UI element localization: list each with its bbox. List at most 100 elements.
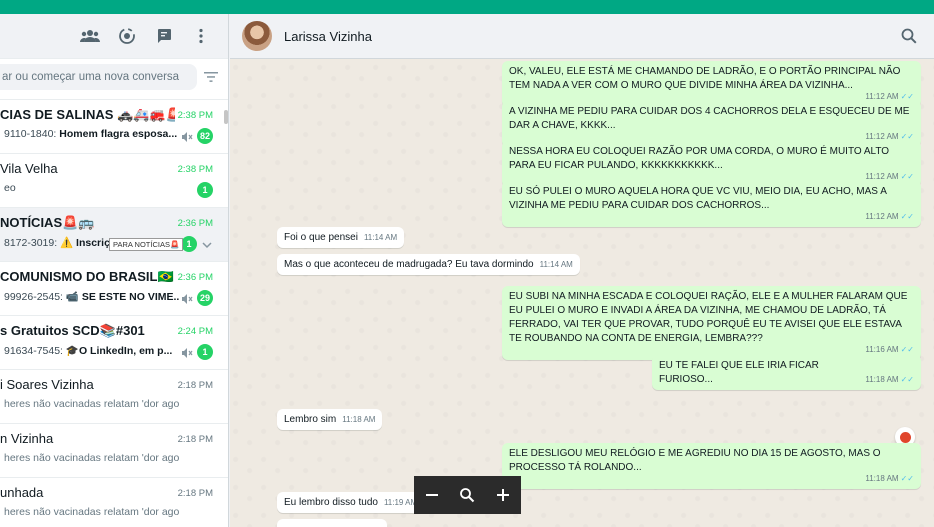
conversation-header: Larissa Vizinha: [230, 14, 934, 59]
chat-time: 2:36 PM: [177, 272, 213, 283]
message-incoming-partial[interactable]: [277, 519, 387, 527]
top-accent-bar: [0, 0, 934, 14]
chat-item[interactable]: i Soares Vizinha 2:18 PM heres não vacin…: [0, 370, 228, 424]
zoom-in-icon[interactable]: [491, 483, 515, 507]
chat-item[interactable]: unhada 2:18 PM heres não vacinadas relat…: [0, 478, 228, 527]
chat-time: 2:38 PM: [177, 164, 213, 175]
message-outgoing[interactable]: EU TE FALEI QUE ELE IRIA FICAR FURIOSO..…: [652, 355, 921, 390]
conversation-pane: Larissa Vizinha OK, VALEU, ELE ESTÁ ME C…: [230, 14, 934, 527]
read-ticks-icon: ✓✓: [900, 132, 914, 141]
message-time: 11:19 AM: [383, 498, 418, 507]
message-text: Mas o que aconteceu de madrugada? Eu tav…: [284, 259, 534, 270]
avatar[interactable]: [242, 21, 272, 51]
message-incoming[interactable]: Mas o que aconteceu de madrugada? Eu tav…: [277, 254, 580, 275]
read-ticks-icon: ✓✓: [900, 172, 914, 181]
unread-badge: 82: [196, 128, 213, 144]
mute-icon: [181, 130, 193, 142]
sidebar-header: [0, 14, 228, 59]
message-text: Foi o que pensei: [284, 232, 358, 243]
preview-text: 🎓O LinkedIn, em p...: [62, 345, 173, 357]
chat-list: CIAS DE SALINAS 🚓🚑🚒🚨🚔 2:38 PM 9110-1840:…: [0, 100, 228, 527]
message-text: EU SUBI NA MINHA ESCADA E COLOQUEI RAÇÃO…: [509, 291, 908, 344]
chat-item[interactable]: CIAS DE SALINAS 🚓🚑🚒🚨🚔 2:38 PM 9110-1840:…: [0, 100, 228, 154]
message-time: 11:12 AM: [865, 92, 899, 101]
chat-item[interactable]: Vila Velha 2:38 PM eo 1: [0, 154, 228, 208]
preview-text: 📹 SE ESTE NO VIME...: [62, 291, 179, 303]
zoom-icon[interactable]: [455, 483, 479, 507]
message-outgoing[interactable]: ELE DESLIGOU MEU RELÓGIO E ME AGREDIU NO…: [502, 443, 921, 489]
message-meta: 11:12 AM ✓✓: [865, 210, 914, 224]
chat-preview: 9110-1840: Homem flagra esposa...: [4, 128, 179, 140]
message-time: 11:14 AM: [363, 233, 398, 242]
chat-item[interactable]: s Gratuitos SCD📚#301 2:24 PM 91634-7545:…: [0, 316, 228, 370]
message-text: A VIZINHA ME PEDIU PARA CUIDAR DOS 4 CAC…: [509, 106, 910, 131]
menu-icon[interactable]: [190, 25, 212, 47]
contact-name[interactable]: Larissa Vizinha: [284, 29, 372, 44]
chat-list-scrollbar[interactable]: [224, 110, 228, 124]
chat-name: i Soares Vizinha: [0, 377, 94, 392]
status-icon[interactable]: [116, 25, 138, 47]
mute-icon: [181, 346, 193, 358]
chat-preview: heres não vacinadas relatam 'dor agoniza…: [4, 398, 179, 410]
search-icon[interactable]: [900, 27, 918, 45]
zoom-out-icon[interactable]: [420, 483, 444, 507]
chat-name: unhada: [0, 485, 44, 500]
community-icon[interactable]: [79, 25, 101, 47]
message-time: 11:16 AM: [865, 345, 899, 354]
unread-badge: 1: [181, 236, 197, 252]
message-time: 11:14 AM: [539, 260, 573, 269]
chat-item[interactable]: COMUNISMO DO BRASIL🇧🇷 2:36 PM 99926-2545…: [0, 262, 228, 316]
new-chat-icon[interactable]: [153, 25, 175, 47]
chat-time: 2:38 PM: [177, 110, 213, 121]
message-time: 11:18 AM: [865, 474, 899, 483]
chat-time: 2:18 PM: [177, 380, 213, 391]
unread-badge: 1: [197, 344, 213, 360]
message-incoming[interactable]: Foi o que pensei 11:14 AM: [277, 227, 405, 248]
preview-text: Homem flagra esposa...: [56, 128, 178, 140]
message-incoming[interactable]: Lembro sim 11:18 AM: [277, 409, 383, 430]
message-outgoing[interactable]: EU SÓ PULEI O MURO AQUELA HORA QUE VC VI…: [502, 181, 921, 227]
message-time: 11:12 AM: [865, 212, 899, 221]
chat-preview: eo: [4, 182, 16, 194]
read-ticks-icon: ✓✓: [900, 345, 914, 354]
message-outgoing[interactable]: EU SUBI NA MINHA ESCADA E COLOQUEI RAÇÃO…: [502, 286, 921, 360]
tooltip: PARA NOTÍCIAS🚨: [109, 238, 184, 251]
message-time: 11:18 AM: [865, 375, 899, 384]
chevron-down-icon[interactable]: [201, 238, 213, 250]
filter-icon[interactable]: [204, 70, 220, 86]
read-ticks-icon: ✓✓: [900, 92, 914, 101]
message-time: 11:12 AM: [865, 172, 899, 181]
chat-preview: 99926-2545: 📹 SE ESTE NO VIME...: [4, 290, 179, 303]
chat-list-pane: CIAS DE SALINAS 🚓🚑🚒🚨🚔 2:38 PM 9110-1840:…: [0, 14, 229, 527]
search-input[interactable]: [0, 64, 197, 90]
message-text: OK, VALEU, ELE ESTÁ ME CHAMANDO DE LADRÃ…: [509, 66, 901, 91]
chat-preview: heres não vacinadas relatam 'dor agoniza…: [4, 506, 179, 518]
message-incoming[interactable]: Eu lembro disso tudo 11:19 AM: [277, 492, 425, 513]
chat-preview: 91634-7545: 🎓O LinkedIn, em p...: [4, 344, 179, 357]
message-meta: 11:18 AM ✓✓: [865, 472, 914, 486]
read-ticks-icon: ✓✓: [900, 474, 914, 483]
chat-name: n Vizinha: [0, 431, 54, 446]
message-text: ELE DESLIGOU MEU RELÓGIO E ME AGREDIU NO…: [509, 448, 881, 473]
zoom-toolbar: [414, 476, 521, 514]
chat-time: 2:18 PM: [177, 434, 213, 445]
preview-sender: 9110-1840:: [4, 128, 57, 140]
message-time: 11:12 AM: [865, 132, 899, 141]
message-area: OK, VALEU, ELE ESTÁ ME CHAMANDO DE LADRÃ…: [230, 59, 934, 527]
chat-time: 2:36 PM: [177, 218, 213, 229]
chat-time: 2:18 PM: [177, 488, 213, 499]
preview-sender: 8172-3019:: [4, 237, 58, 249]
chat-item[interactable]: NOTÍCIAS🚨🚌 2:36 PM 8172-3019: ⚠️ Inscriç…: [0, 208, 228, 262]
message-text: NESSA HORA EU COLOQUEI RAZÃO POR UMA COR…: [509, 146, 890, 171]
chat-name: CIAS DE SALINAS 🚓🚑🚒🚨🚔: [0, 107, 175, 122]
message-text: EU SÓ PULEI O MURO AQUELA HORA QUE VC VI…: [509, 186, 887, 211]
mute-icon: [181, 292, 193, 304]
read-ticks-icon: ✓✓: [900, 212, 914, 221]
message-meta: 11:18 AM ✓✓: [865, 373, 914, 387]
chat-name: s Gratuitos SCD📚#301: [0, 323, 145, 338]
chat-item[interactable]: n Vizinha 2:18 PM heres não vacinadas re…: [0, 424, 228, 478]
whatsapp-web-window: CIAS DE SALINAS 🚓🚑🚒🚨🚔 2:38 PM 9110-1840:…: [0, 0, 934, 527]
chat-name: COMUNISMO DO BRASIL🇧🇷: [0, 269, 174, 284]
preview-sender: 91634-7545:: [4, 345, 63, 357]
chat-time: 2:24 PM: [177, 326, 213, 337]
